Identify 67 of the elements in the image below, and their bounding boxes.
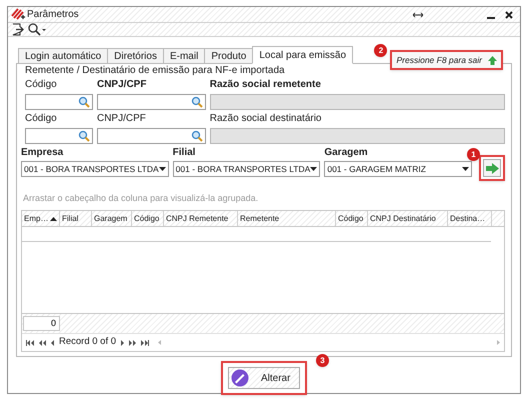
tab[interactable]: Produto [204, 48, 254, 64]
dropdown[interactable]: 001 - BORA TRANSPORTES LTDA [172, 161, 320, 177]
text-field[interactable] [210, 128, 506, 144]
column-header[interactable]: Garagem [92, 211, 132, 226]
field-label: Razão social destinatário [210, 113, 322, 125]
column-header[interactable]: Destina… [448, 211, 492, 226]
record-count: 0 [23, 316, 60, 331]
field-label: CNPJ/CPF [96, 79, 148, 91]
caret-icon [310, 167, 318, 171]
column-header[interactable]: Código [132, 211, 164, 226]
field-label: CNPJ/CPF [96, 113, 147, 125]
field-label: Razão social remetente [210, 79, 322, 91]
exit-icon[interactable] [12, 23, 24, 36]
section-title: Remetente / Destinatário de emissão para NF-e importada [24, 64, 285, 76]
right-arrow-icon [486, 162, 499, 174]
previous-page-icon[interactable] [39, 340, 46, 346]
dropdown-value: 001 - GARAGEM MATRIZ [327, 162, 426, 176]
hint-text: Pressione F8 para sair [396, 54, 482, 66]
column-header[interactable]: Filial [60, 211, 92, 226]
search-field[interactable] [25, 94, 93, 110]
tab[interactable]: Login automático [18, 48, 108, 64]
tab[interactable]: Local para emissão [252, 46, 354, 64]
window-title: Parâmetros [27, 8, 79, 22]
select-label: Filial [172, 147, 196, 159]
previous-icon[interactable] [51, 340, 54, 346]
search-field[interactable] [25, 128, 93, 144]
dropdown-value: 001 - BORA TRANSPORTES LTDA [24, 162, 159, 176]
step-badge: 1 [467, 148, 480, 161]
edit-icon [231, 369, 249, 387]
search-dropdown-icon[interactable] [28, 23, 46, 36]
step-badge: 2 [374, 44, 388, 57]
column-header[interactable]: CNPJ Remetente [164, 211, 238, 226]
search-icon [190, 96, 203, 108]
search-icon [78, 96, 90, 108]
resize-icon[interactable] [413, 12, 423, 18]
next-icon[interactable] [121, 340, 124, 346]
column-header[interactable]: Remetente [238, 211, 336, 226]
field-label: Código [25, 79, 58, 91]
tab[interactable]: Diretórios [107, 48, 164, 64]
close-icon[interactable] [505, 10, 513, 18]
dropdown[interactable]: 001 - GARAGEM MATRIZ [324, 161, 472, 177]
caret-icon [462, 167, 470, 171]
column-header[interactable]: Código [336, 211, 368, 226]
alter-button[interactable]: Alterar [228, 367, 300, 389]
column-header[interactable]: CNPJ Destinatário [368, 211, 448, 226]
dropdown-value: 001 - BORA TRANSPORTES LTDA [176, 162, 310, 176]
search-icon [78, 130, 90, 142]
search-field[interactable] [96, 94, 206, 110]
select-label: Garagem [324, 147, 369, 159]
dropdown[interactable]: 001 - BORA TRANSPORTES LTDA [21, 161, 169, 177]
search-icon [190, 130, 203, 142]
text-field[interactable] [210, 94, 506, 110]
next-page-icon[interactable] [129, 340, 136, 346]
pager-text: Record 0 of 0 [59, 335, 116, 350]
column-header[interactable]: Emp… [22, 211, 60, 226]
app-logo-icon [11, 8, 25, 21]
first-page-icon[interactable] [26, 340, 34, 346]
apply-button[interactable] [483, 159, 502, 177]
step-badge: 3 [316, 354, 329, 367]
last-page-icon[interactable] [141, 340, 150, 346]
caret-icon [158, 167, 166, 171]
group-hint: Arrastar o cabeçalho da coluna para visualizá-la agrupada. [22, 192, 258, 206]
up-arrow-icon [488, 56, 497, 64]
field-label: Código [25, 113, 58, 125]
search-field[interactable] [96, 128, 206, 144]
sort-up-icon [50, 216, 57, 220]
select-label: Empresa [21, 147, 64, 159]
